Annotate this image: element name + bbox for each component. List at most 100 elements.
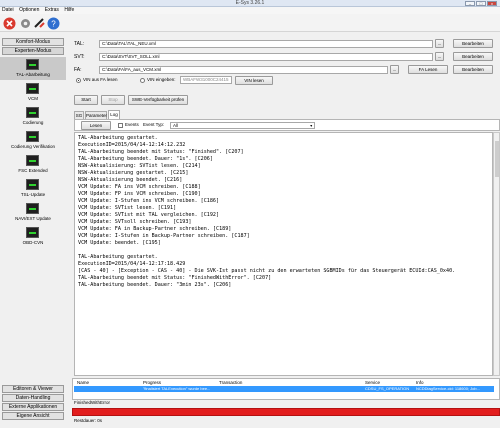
events-label: Events (125, 122, 139, 127)
menu-datei[interactable]: Datei (0, 7, 16, 14)
sidebar-item-navi-ext-update[interactable]: NAVI/EXT Update (0, 201, 66, 224)
fa-edit-button[interactable]: Bearbeiten (453, 65, 493, 74)
toolbar: ? (0, 14, 500, 32)
progress-bar (72, 408, 500, 416)
sidebar-item-label: TAL-Abarbeitung (16, 72, 50, 77)
log-line: NSW-Aktualisierung beendet. [C216] (78, 177, 183, 183)
fsc-icon (26, 155, 39, 166)
fa-read-button[interactable]: FA Lesen (408, 65, 448, 74)
coding-icon (26, 107, 39, 118)
table-row[interactable]: "finalisiert TALExecution" wurde bee... … (74, 386, 494, 392)
task-service-cell: CDSU_FS_OPERATION (365, 386, 410, 391)
close-button[interactable]: x (487, 1, 497, 6)
experten-modus-button[interactable]: Experten-Modus (2, 47, 64, 55)
remaining-time-label: Restdauer: 0s (74, 418, 103, 423)
tal-label: TAL: (74, 41, 85, 47)
maximize-button[interactable]: □ (476, 1, 486, 6)
vin-input-field[interactable]: WBAFW31000C24415 (180, 76, 232, 84)
column-header-info: Info (416, 380, 424, 385)
sidebar-item-codierung[interactable]: Codierung (0, 105, 66, 128)
settings-icon[interactable] (19, 17, 32, 30)
tal-browse-button[interactable]: ... (435, 39, 444, 48)
column-header-progress: Progress (143, 380, 162, 385)
log-scrollbar[interactable] (493, 132, 500, 376)
sidebar-item-label: Codierung (22, 120, 44, 125)
log-line: TAL-Abarbeitung gestartet. (78, 254, 158, 260)
vcm-icon (26, 83, 39, 94)
stop-button[interactable]: Stop (101, 95, 125, 105)
tab-log[interactable]: Log (108, 110, 120, 119)
log-line: TAL-Abarbeitung beendet mit Status: "Fin… (78, 275, 272, 281)
status-label: FinishedWithError (74, 400, 111, 405)
fa-path-field[interactable]: C:\Data\FA\FA_aus_VCM.xml (99, 66, 388, 74)
log-output[interactable]: TAL-Abarbeitung gestartet. ExecutionID=20… (74, 132, 493, 376)
svt-path-field[interactable]: C:\Data\SVT\SVT_SOLL.xml (99, 53, 433, 61)
vin-input-label: VIN eingeben: (147, 77, 176, 82)
sidebar: Komfort-Modus Experten-Modus TAL-Abarbei… (0, 34, 66, 428)
vin-input-radio[interactable] (140, 78, 145, 83)
sidebar-item-tsl-update[interactable]: TSL-Update (0, 177, 66, 200)
sidebar-item-obd-cvn[interactable]: OBD-CVN (0, 225, 66, 248)
check-availability-button[interactable]: SWE-Verfügbarkeit prüfen (128, 95, 188, 105)
daten-handling-button[interactable]: Daten-Handling (2, 394, 64, 402)
scrollbar-thumb[interactable] (495, 141, 499, 177)
sidebar-item-codierung-verifikation[interactable]: Codierung Verifikation (0, 129, 66, 152)
externe-applikationen-button[interactable]: Externe Applikationen (2, 403, 64, 411)
read-log-button[interactable]: Lesen (81, 121, 111, 130)
tsl-icon (26, 179, 39, 190)
log-line: VCM Update: SVTist mit TAL vergleichen. … (78, 212, 220, 218)
log-line: ExecutionID=2015/04/14-12:14:12.232 (78, 142, 186, 148)
svt-label: SVT: (74, 54, 85, 60)
log-line: TAL-Abarbeitung beendet mit Status: "Fin… (78, 149, 244, 155)
window-title: E-Sys 3.26.1 (235, 0, 265, 6)
tal-path-field[interactable]: C:\Data\TAL\TAL_NEU.xml (99, 40, 433, 48)
menu-extras[interactable]: Extras (43, 7, 61, 14)
menu-optionen[interactable]: Optionen (17, 7, 41, 14)
events-checkbox[interactable] (118, 123, 123, 128)
tal-icon (26, 59, 39, 70)
chevron-down-icon: ▼ (309, 124, 313, 128)
log-line: VCM Update: beendet. [C195] (78, 240, 161, 246)
sidebar-item-label: TSL-Update (20, 192, 46, 197)
log-line: VCM Update: SVTist lesen. [C191] (78, 205, 177, 211)
tal-edit-button[interactable]: Bearbeiten (453, 39, 493, 48)
column-header-service: Service (365, 380, 381, 385)
sidebar-item-label: OBD-CVN (22, 240, 44, 245)
log-line: ExecutionID=2015/04/14-12:17:18.429 (78, 261, 186, 267)
minimize-button[interactable]: – (465, 1, 475, 6)
editoren-viewer-button[interactable]: Editoren & Viewer (2, 385, 64, 393)
komfort-modus-button[interactable]: Komfort-Modus (2, 38, 64, 46)
sidebar-item-fsc-extended[interactable]: FSC Extended (0, 153, 66, 176)
fa-browse-button[interactable]: ... (390, 65, 399, 74)
vin-from-fa-label: VIN aus FA lesen (83, 77, 118, 82)
log-line: TAL-Abarbeitung beendet. Dauer: "1s". [C… (78, 156, 213, 162)
tab-sg[interactable]: SG (74, 111, 84, 119)
log-line: VCM Update: FA in Backup-Partner schreib… (78, 226, 232, 232)
navi-icon (26, 203, 39, 214)
log-line: VCM Update: FP ins VCM schreiben. [C190] (78, 191, 201, 197)
start-button[interactable]: Start (74, 95, 98, 105)
eigene-ansicht-button[interactable]: Eigene Ansicht (2, 412, 64, 420)
log-line: VCM Update: I-Stufen ins VCM schreiben. … (78, 198, 220, 204)
exit-icon[interactable] (3, 17, 16, 30)
sidebar-item-tal-abarbeitung[interactable]: TAL-Abarbeitung (0, 57, 66, 80)
vin-from-fa-radio[interactable] (76, 78, 81, 83)
svt-edit-button[interactable]: Bearbeiten (453, 52, 493, 61)
fa-label: FA: (74, 67, 82, 73)
obd-icon (26, 227, 39, 238)
tab-parameter[interactable]: Parameter (85, 111, 107, 119)
event-type-select[interactable]: All ▼ (170, 122, 315, 129)
log-toolbar: Lesen Events Event Typ: All ▼ (74, 119, 500, 131)
column-header-transaction: Transaction (219, 380, 243, 385)
sidebar-item-vcm[interactable]: VCM (0, 81, 66, 104)
menu-bar: Datei Optionen Extras Hilfe (0, 7, 500, 14)
connection-icon[interactable] (33, 17, 46, 30)
vin-read-button[interactable]: VIN lesen (235, 76, 273, 85)
help-icon[interactable]: ? (47, 17, 60, 30)
menu-hilfe[interactable]: Hilfe (62, 7, 76, 14)
svg-text:?: ? (51, 20, 56, 29)
sidebar-item-label: Codierung Verifikation (10, 144, 56, 149)
svt-browse-button[interactable]: ... (435, 52, 444, 61)
log-line: TAL-Abarbeitung gestartet. (78, 135, 158, 141)
title-bar: E-Sys 3.26.1 – □ x (0, 0, 500, 7)
